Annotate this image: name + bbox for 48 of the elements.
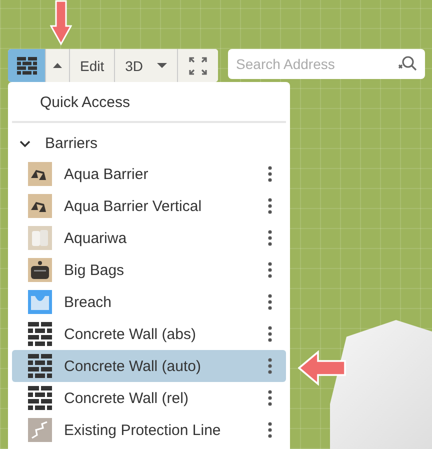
item-label: Breach <box>64 294 113 310</box>
wall-button[interactable] <box>8 49 46 82</box>
more-options-icon[interactable] <box>268 198 272 214</box>
more-options-icon[interactable] <box>268 390 272 406</box>
brick-wall-icon <box>28 386 52 410</box>
menu-item[interactable]: Aqua Barrier Vertical <box>12 190 286 222</box>
item-label: Aquariwa <box>64 230 128 246</box>
item-label: Concrete Wall (rel) <box>64 390 190 406</box>
item-label: Concrete Wall (auto) <box>64 358 202 374</box>
more-options-icon[interactable] <box>268 326 272 342</box>
item-label: Aqua Barrier <box>64 166 150 182</box>
item-label: Concrete Wall (abs) <box>64 326 197 342</box>
item-label: Big Bags <box>64 262 126 278</box>
menu-item[interactable]: Big Bags <box>12 254 286 286</box>
more-options-icon[interactable] <box>268 294 272 310</box>
menu-item[interactable]: Concrete Wall (auto) <box>12 350 286 382</box>
breach-icon <box>28 290 52 314</box>
more-options-icon[interactable] <box>268 166 272 182</box>
group-label: Barriers <box>45 135 98 152</box>
brick-wall-icon <box>28 354 52 378</box>
tube-icon <box>28 226 52 250</box>
pointer-arrow-icon <box>50 0 72 46</box>
menu-item[interactable]: Aqua Barrier <box>12 158 286 190</box>
brick-wall-icon <box>28 322 52 346</box>
caret-down-icon <box>157 63 168 68</box>
menu-item[interactable]: Concrete Wall (abs) <box>12 318 286 350</box>
group-header[interactable]: Barriers <box>12 131 286 158</box>
search-field[interactable]: Search Address <box>228 49 425 79</box>
item-label: Aqua Barrier Vertical <box>64 198 203 214</box>
more-options-icon[interactable] <box>268 230 272 246</box>
bag-icon <box>28 258 52 282</box>
item-label: Existing Protection Line <box>64 422 222 438</box>
menu-item[interactable]: Breach <box>12 286 286 318</box>
caret-up-icon <box>53 63 62 68</box>
barrier-icon <box>28 162 52 186</box>
more-options-icon[interactable] <box>268 262 272 278</box>
brick-wall-icon <box>16 56 36 74</box>
menu-item[interactable]: Existing Protection Line <box>12 414 286 446</box>
chevron-down-icon <box>19 140 31 148</box>
fullscreen-icon <box>189 56 208 74</box>
pointer-arrow-icon <box>298 350 346 386</box>
more-options-icon[interactable] <box>268 358 272 374</box>
menu-item[interactable]: Quick Access <box>12 88 286 121</box>
menu-item[interactable]: Aquariwa <box>12 222 286 254</box>
menu-item[interactable]: Concrete Wall (rel) <box>12 382 286 414</box>
barrier-icon <box>28 194 52 218</box>
more-options-icon[interactable] <box>268 422 272 438</box>
search-icon <box>397 55 417 73</box>
